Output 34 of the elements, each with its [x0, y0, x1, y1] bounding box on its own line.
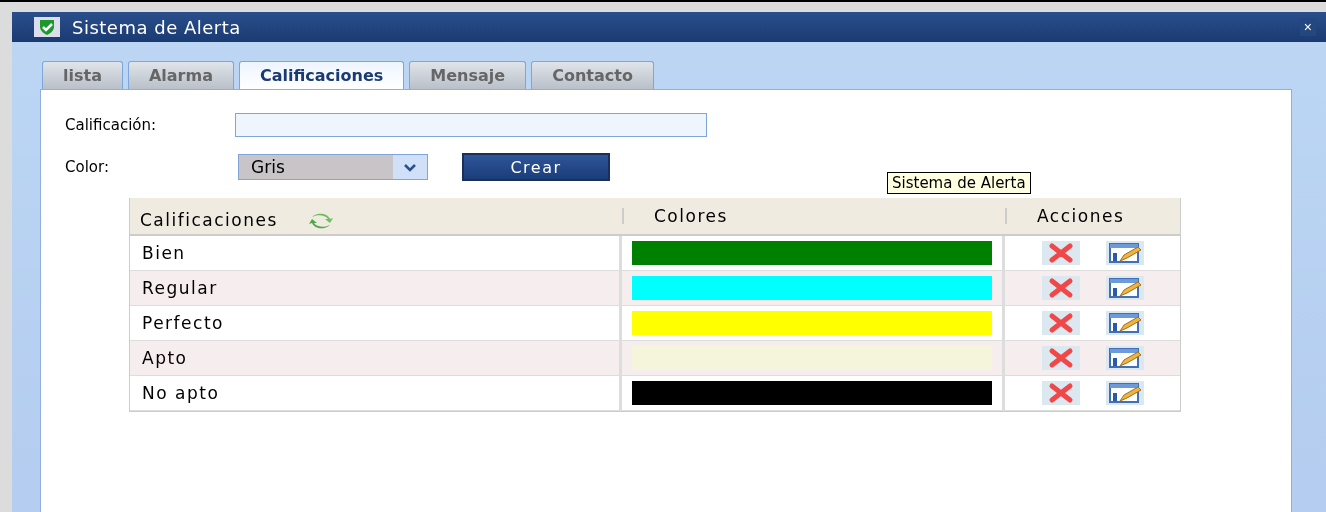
edit-icon[interactable] — [1105, 241, 1144, 265]
table-cell: Apto — [130, 341, 622, 376]
refresh-icon[interactable] — [307, 212, 334, 230]
edit-icon[interactable] — [1105, 276, 1144, 300]
shield-check-icon — [34, 17, 60, 37]
tab[interactable]: Contacto — [531, 61, 654, 89]
window-title: Sistema de Alerta — [72, 16, 242, 38]
table-cell: Regular — [130, 271, 622, 306]
edit-icon[interactable] — [1105, 346, 1144, 370]
input-field[interactable] — [235, 113, 707, 137]
tooltip: Sistema de Alerta — [887, 172, 1031, 194]
tab[interactable]: Alarma — [127, 61, 234, 89]
delete-icon[interactable] — [1041, 346, 1080, 370]
delete-icon[interactable] — [1041, 241, 1080, 265]
table-cell: Bien — [130, 236, 622, 271]
field-label: Calificación: — [65, 116, 158, 134]
tab[interactable]: Calificaciones — [238, 61, 405, 89]
delete-icon[interactable] — [1041, 311, 1080, 335]
edit-icon[interactable] — [1105, 381, 1144, 405]
delete-icon[interactable] — [1041, 381, 1080, 405]
header-label: Colores — [654, 206, 728, 226]
header-label: Calificaciones — [140, 210, 278, 230]
edit-icon[interactable] — [1105, 311, 1144, 335]
table-cell: No apto — [130, 376, 622, 411]
header-label: Acciones — [1037, 206, 1125, 226]
create-button[interactable]: Crear — [462, 153, 610, 181]
close-button[interactable]: × — [1299, 18, 1316, 36]
delete-icon[interactable] — [1041, 276, 1080, 300]
table-cell: Perfecto — [130, 306, 622, 341]
tab[interactable]: Mensaje — [409, 61, 527, 89]
field-label: Color: — [65, 158, 110, 176]
caret-icon — [393, 155, 427, 179]
tab[interactable]: lista — [42, 61, 123, 89]
color-dropdown[interactable]: Gris — [238, 154, 428, 180]
